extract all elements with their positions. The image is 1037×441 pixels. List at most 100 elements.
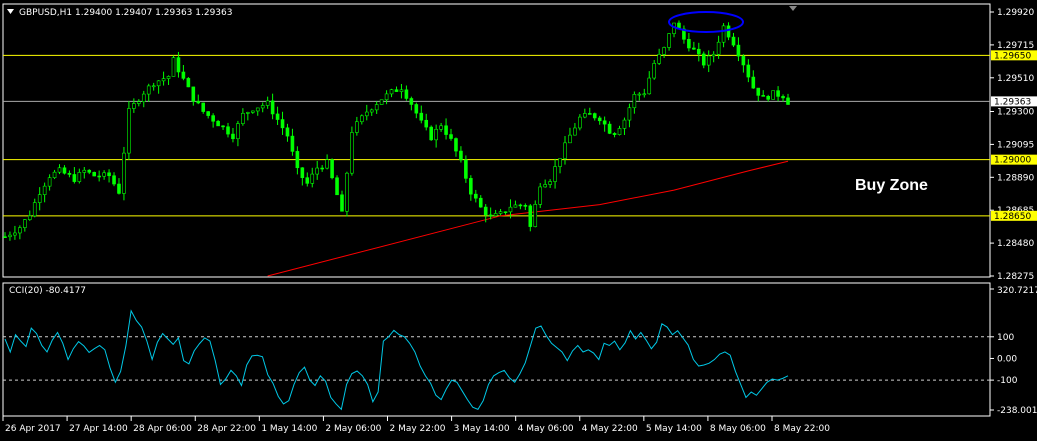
candle-body <box>270 100 275 115</box>
candle-body <box>156 80 161 87</box>
candle-body <box>721 25 726 43</box>
candle-body <box>360 115 364 123</box>
candle-body <box>92 172 97 177</box>
candle-body <box>657 54 661 64</box>
candle-body <box>776 90 780 97</box>
candle-body <box>260 105 265 109</box>
candle-body <box>706 55 711 66</box>
candle-body <box>112 175 116 185</box>
price-tick-label: 1.29715 <box>997 41 1034 51</box>
candle-body <box>181 71 186 79</box>
candle-body <box>726 25 731 38</box>
candle-body <box>166 76 171 79</box>
cci-tick-label: 100 <box>997 333 1014 343</box>
candle-body <box>305 177 310 184</box>
candle-body <box>42 185 47 195</box>
price-tick-label: 1.29510 <box>997 74 1034 84</box>
candle-body <box>473 193 478 199</box>
candle-body <box>667 33 671 48</box>
candle-body <box>503 211 508 214</box>
price-tag-label: 1.28650 <box>994 212 1031 222</box>
candle-body <box>701 53 706 66</box>
candle-body <box>439 125 443 130</box>
buy-zone-annotation: Buy Zone <box>855 177 928 194</box>
cci-tick-label: 0.00 <box>997 354 1017 364</box>
candle-body <box>612 133 617 135</box>
candle-body <box>132 103 136 109</box>
candle-body <box>409 98 414 105</box>
candle-body <box>23 219 27 228</box>
candle-body <box>478 197 483 208</box>
candle-body <box>97 175 101 178</box>
candle-body <box>221 125 225 128</box>
candle-body <box>434 129 438 141</box>
candle-body <box>206 111 210 116</box>
candle-body <box>538 186 543 205</box>
cci-tick-label: -238.0019 <box>997 406 1037 416</box>
candle-body <box>122 152 126 194</box>
candle-body <box>498 211 503 214</box>
candle-body <box>607 123 612 134</box>
candle-body <box>751 76 756 89</box>
candle-body <box>781 96 785 99</box>
time-tick-label: 27 Apr 14:00 <box>69 424 128 434</box>
candle-body <box>77 172 82 182</box>
candle-body <box>369 109 374 113</box>
candle-body <box>493 213 498 217</box>
candle-body <box>57 167 62 173</box>
candle-body <box>647 77 652 95</box>
shift-marker-icon <box>789 6 797 11</box>
candle-body <box>290 135 295 152</box>
candle-body <box>241 113 245 124</box>
candle-body <box>741 55 746 66</box>
candle-body <box>300 167 305 178</box>
chart-title: GBPUSD,H1 1.29400 1.29407 1.29363 1.2936… <box>19 8 232 18</box>
candle-body <box>67 172 72 175</box>
candle-body <box>330 159 334 179</box>
candle-body <box>394 89 399 92</box>
time-tick-label: 26 Apr 2017 <box>5 424 61 434</box>
candle-body <box>27 215 32 220</box>
candle-body <box>563 142 567 159</box>
candle-body <box>761 95 766 97</box>
cci-tick-label: -100 <box>997 376 1018 386</box>
candle-body <box>255 107 260 112</box>
price-tag-label: 1.29363 <box>994 97 1031 107</box>
top-highlight-ellipse <box>668 11 744 33</box>
candle-body <box>275 113 280 120</box>
candle-body <box>295 151 300 169</box>
candle-body <box>583 113 587 118</box>
candle-body <box>573 127 577 136</box>
candle-body <box>449 134 453 139</box>
candle-body <box>602 120 607 125</box>
candle-body <box>137 101 141 104</box>
time-tick-label: 28 Apr 06:00 <box>133 424 192 434</box>
time-tick-label: 4 May 22:00 <box>582 424 638 434</box>
candle-body <box>513 204 518 208</box>
candle-body <box>216 120 220 127</box>
price-tick-label: 1.29300 <box>997 108 1034 118</box>
candle-body <box>488 214 493 217</box>
candle-body <box>429 126 433 141</box>
candle-body <box>231 133 235 140</box>
candle-body <box>186 78 191 88</box>
candle-body <box>364 111 369 117</box>
time-tick-label: 8 May 22:00 <box>774 424 830 434</box>
candle-body <box>592 113 597 119</box>
time-tick-label: 8 May 06:00 <box>710 424 766 434</box>
price-tick-label: 1.28480 <box>997 239 1034 249</box>
candle-body <box>692 47 696 50</box>
time-tick-label: 1 May 14:00 <box>261 424 317 434</box>
candle-body <box>355 121 359 133</box>
candle-body <box>389 89 394 95</box>
candle-body <box>3 236 7 238</box>
candle-body <box>483 206 488 216</box>
candle-body <box>587 113 592 115</box>
price-tick-label: 1.29095 <box>997 140 1034 150</box>
cci-title: CCI(20) -80.4177 <box>9 286 86 296</box>
time-tick-label: 28 Apr 22:00 <box>197 424 256 434</box>
candle-body <box>558 158 562 167</box>
candle-body <box>414 104 419 114</box>
candle-body <box>518 204 523 207</box>
cci-plot-frame <box>2 282 991 417</box>
